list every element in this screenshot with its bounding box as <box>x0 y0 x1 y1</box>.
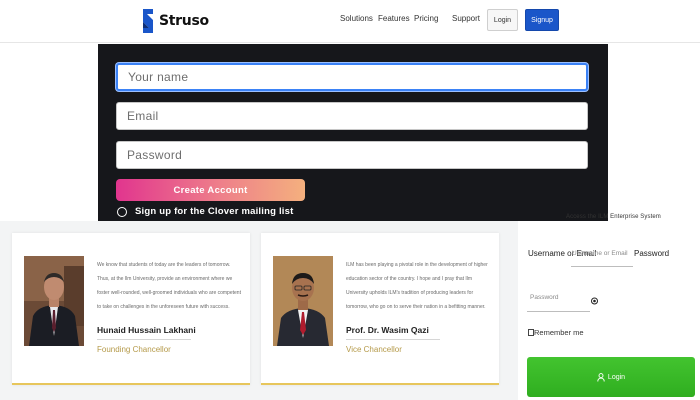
user-icon <box>597 372 605 382</box>
password-input[interactable]: Password <box>116 141 588 169</box>
chancellor-name: Hunaid Hussain Lakhani <box>97 325 196 335</box>
login-heading: Access the ILM Enterprise System <box>566 214 661 220</box>
password-label: Password <box>634 249 670 258</box>
login-password-input[interactable]: Password <box>527 290 590 312</box>
vice-chancellor-name: Prof. Dr. Wasim Qazi <box>346 325 429 335</box>
nav-link-features[interactable]: Features <box>378 14 410 23</box>
nav-link-support[interactable]: Support <box>452 14 480 23</box>
name-input[interactable]: Your name <box>116 63 588 91</box>
chancellor-role: Founding Chancellor <box>97 345 171 354</box>
logo-icon <box>143 9 153 33</box>
brand-logo[interactable]: Struso <box>141 8 209 34</box>
brand-name: Struso <box>159 13 209 29</box>
nav-login-button[interactable]: Login <box>487 9 518 31</box>
chancellor-photo <box>24 256 84 346</box>
leader-card-vice-chancellor: ILM has been playing a pivotal role in t… <box>261 233 499 385</box>
login-submit-button[interactable]: Login <box>527 357 695 397</box>
show-password-icon[interactable] <box>591 292 598 310</box>
email-input[interactable]: Email <box>116 102 588 130</box>
chancellor-quote: We know that students of today are the l… <box>97 262 241 310</box>
username-input[interactable]: Username or Email <box>571 246 633 267</box>
login-button-label: Login <box>607 373 626 381</box>
vice-chancellor-photo <box>273 256 333 346</box>
name-divider <box>346 339 440 340</box>
mailing-list-radio[interactable] <box>117 207 127 217</box>
signup-form: Your name Email Password Create Account … <box>98 44 608 221</box>
leader-card-chancellor: We know that students of today are the l… <box>12 233 250 385</box>
create-account-button[interactable]: Create Account <box>116 179 305 201</box>
name-divider <box>97 339 191 340</box>
nav-link-solutions[interactable]: Solutions <box>340 14 373 23</box>
remember-me-label: Remember me <box>534 328 584 337</box>
vice-chancellor-quote: ILM has been playing a pivotal role in t… <box>346 262 488 310</box>
nav-link-pricing[interactable]: Pricing <box>414 14 438 23</box>
mailing-list-label: Sign up for the Clover mailing list <box>135 206 294 217</box>
vice-chancellor-role: Vice Chancellor <box>346 345 402 354</box>
top-navbar: Struso Solutions Features Pricing Suppor… <box>0 0 700 43</box>
nav-signup-button[interactable]: Signup <box>525 9 559 31</box>
